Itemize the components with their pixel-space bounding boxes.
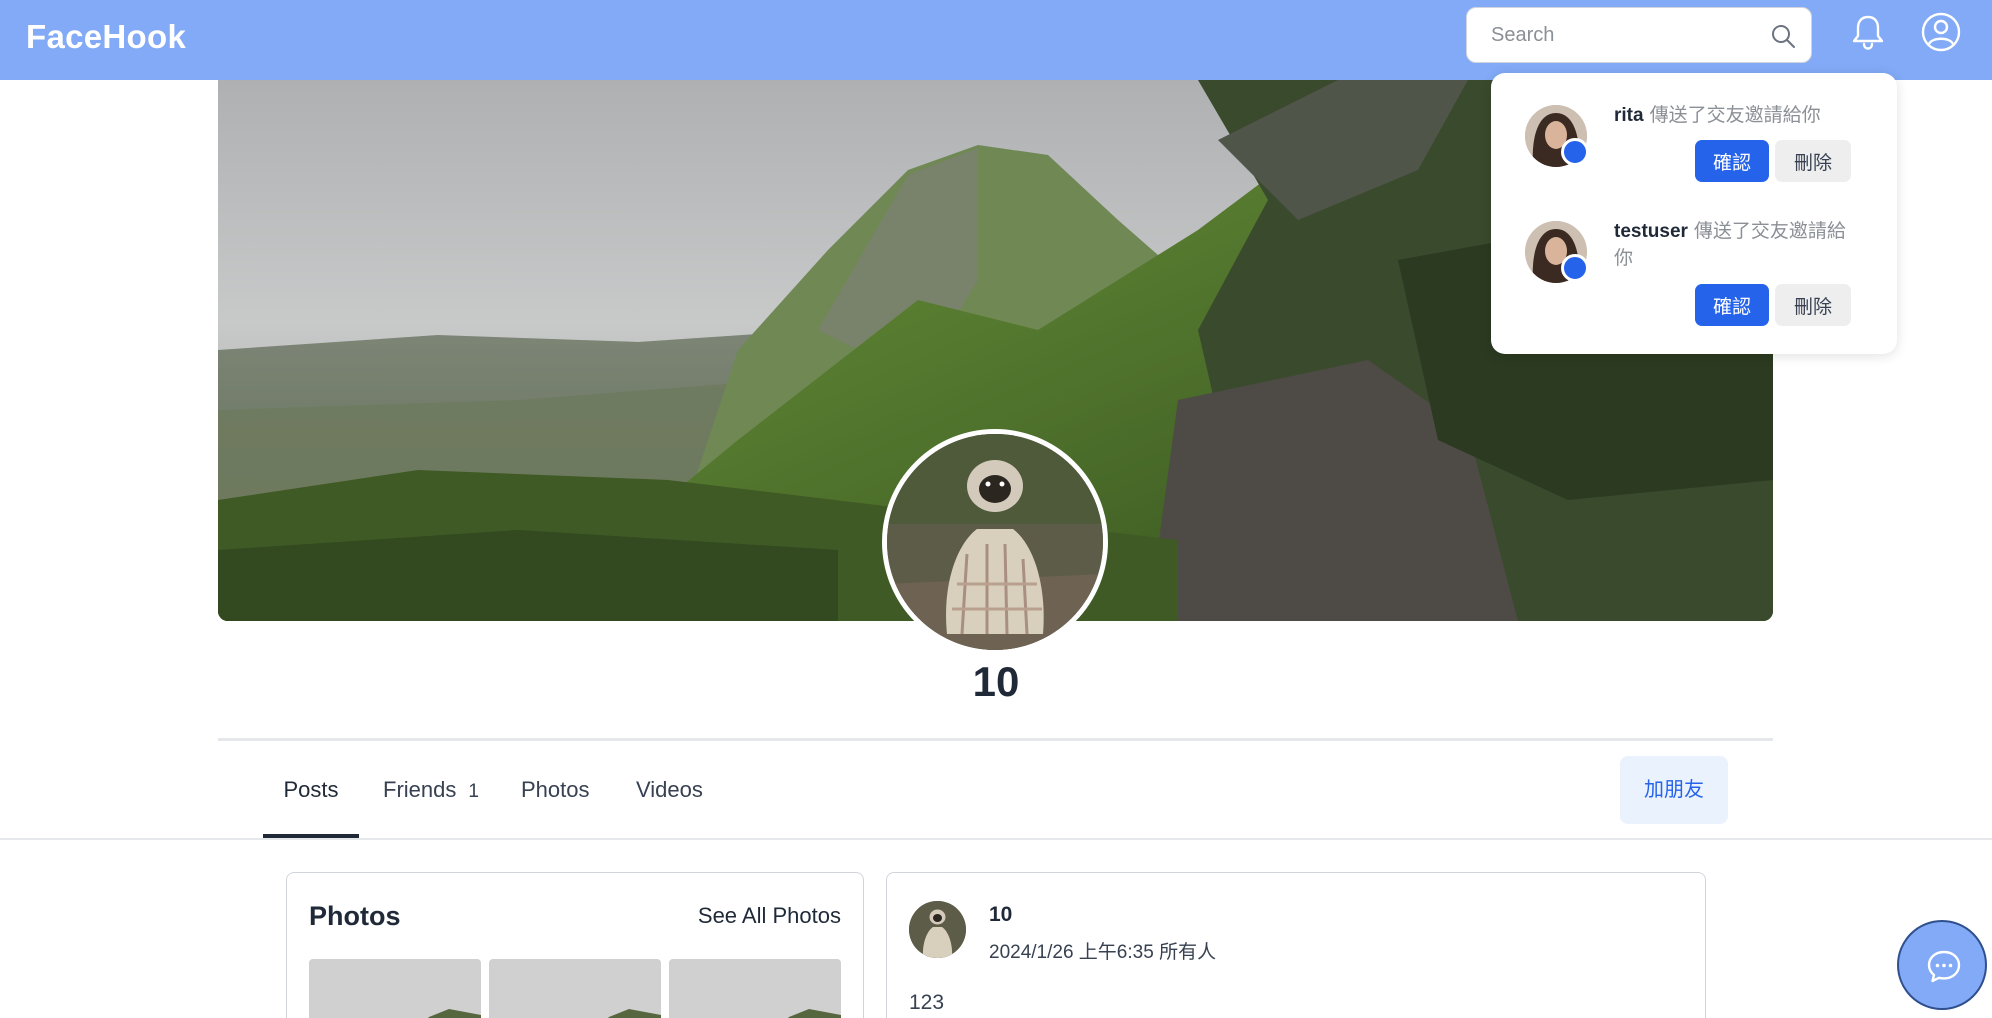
user-circle-icon[interactable] [1920,11,1962,53]
post-author-name[interactable]: 10 [989,903,1012,927]
requester-name[interactable]: testuser [1614,221,1688,242]
tab-photos[interactable]: Photos [521,740,590,839]
search-box[interactable] [1466,7,1812,63]
tab-friends-label: Friends [383,777,457,802]
requester-name[interactable]: rita [1614,105,1644,126]
tab-posts[interactable]: Posts [263,740,359,839]
app-root: FaceHook Search 10 Posts Friends 1 Photo… [0,0,1992,1018]
post-author-avatar[interactable] [909,901,966,958]
chat-button[interactable] [1897,920,1987,1010]
photo-thumbnail[interactable] [309,959,481,1018]
tab-videos[interactable]: Videos [636,740,703,839]
friends-count: 1 [468,781,479,802]
search-icon[interactable] [1769,22,1797,50]
tab-photos-label: Photos [521,777,590,802]
post-body-text: 123 [909,991,945,1014]
confirm-request-button[interactable]: 確認 [1695,140,1769,182]
add-friend-button[interactable]: 加朋友 [1620,756,1728,824]
post-timestamp: 2024/1/26 上午6:35 [989,942,1154,963]
photos-card: Photos See All Photos [286,872,864,1018]
photo-thumbnail[interactable] [489,959,661,1018]
chat-bubble-icon [1927,950,1961,983]
search-input[interactable] [1491,8,1761,62]
notification-dropdown: rita 傳送了交友邀請給你 確認 刪除 testuser 傳送了交友邀請給你 確認… [1491,73,1897,354]
delete-request-button[interactable]: 刪除 [1775,284,1851,326]
bell-icon[interactable] [1848,12,1888,52]
friend-request-message: 傳送了交友邀請給你 [1649,105,1821,126]
brand-logo[interactable]: FaceHook [26,18,186,56]
post-card: 10 2024/1/26 上午6:35 所有人 123 [886,872,1706,1018]
tab-videos-label: Videos [636,777,703,802]
confirm-request-button[interactable]: 確認 [1695,284,1769,326]
friend-request-badge-icon [1561,138,1589,166]
friend-request-badge-icon [1561,254,1589,282]
top-nav: FaceHook [0,0,1992,80]
profile-name: 10 [972,658,1020,705]
post-meta: 2024/1/26 上午6:35 所有人 [989,937,1216,964]
tab-posts-label: Posts [283,777,339,802]
tab-friends[interactable]: Friends 1 [383,740,479,839]
photos-card-title: Photos [309,901,401,931]
delete-request-button[interactable]: 刪除 [1775,140,1851,182]
see-all-photos-link[interactable]: See All Photos [698,903,841,929]
friend-request-text: rita 傳送了交友邀請給你 [1614,102,1864,129]
profile-avatar[interactable] [882,429,1108,655]
friend-request-text: testuser 傳送了交友邀請給你 [1614,218,1864,272]
tabs-bottom-line [0,838,1992,840]
photo-thumbnail[interactable] [669,959,841,1018]
post-visibility: 所有人 [1159,942,1217,963]
